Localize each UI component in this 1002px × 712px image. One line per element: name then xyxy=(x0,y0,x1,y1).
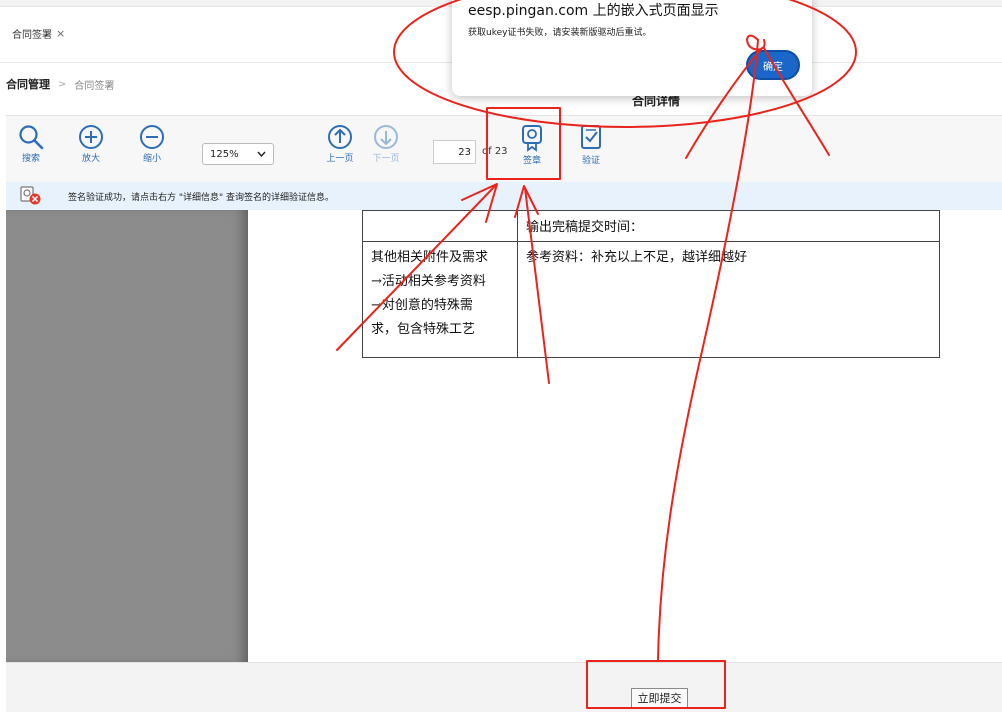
dialog-title: eesp.pingan.com 上的嵌入式页面显示 xyxy=(468,3,719,19)
next-page-button[interactable]: 下一页 xyxy=(365,124,407,164)
table-cell xyxy=(362,210,518,242)
verify-label: 验证 xyxy=(581,156,600,166)
action-bar xyxy=(6,662,1002,712)
breadcrumb-current: 合同签署 xyxy=(74,80,115,92)
zoom-in-icon xyxy=(79,125,103,149)
zoom-in-label: 放大 xyxy=(81,154,100,164)
cell-text: 其他相关附件及需求 xyxy=(371,250,489,265)
seal-icon xyxy=(522,125,542,152)
dialog-ok-button[interactable]: 确定 xyxy=(746,50,800,80)
sign-label: 签章 xyxy=(522,156,541,166)
breadcrumb: 合同管理 > 合同签署 xyxy=(6,76,114,92)
breadcrumb-separator: > xyxy=(58,78,67,90)
table-row: 输出完稿提交时间： xyxy=(362,210,940,242)
submit-button[interactable]: 立即提交 xyxy=(631,688,688,708)
zoom-in-button[interactable]: 放大 xyxy=(70,124,112,164)
page-number-input[interactable] xyxy=(433,140,476,164)
breadcrumb-root[interactable]: 合同管理 xyxy=(6,76,50,92)
notice-text: 签名验证成功，请点击右方 "详细信息" 查询签名的详细验证信息。 xyxy=(68,192,335,203)
document-table: 输出完稿提交时间： 其他相关附件及需求 →活动相关参考资料 →对创意的特殊需 求… xyxy=(362,210,940,358)
prev-page-button[interactable]: 上一页 xyxy=(319,124,361,164)
chevron-down-icon xyxy=(257,151,266,157)
search-label: 搜索 xyxy=(21,154,40,164)
table-cell: 输出完稿提交时间： xyxy=(517,210,940,242)
zoom-value: 125% xyxy=(210,148,239,160)
search-icon xyxy=(19,125,44,150)
cell-text: 输出完稿提交时间： xyxy=(526,220,644,235)
arrow-up-icon xyxy=(328,125,352,149)
arrow-down-icon xyxy=(374,125,398,149)
verify-button[interactable]: 验证 xyxy=(570,124,612,166)
signature-notice: 签名验证成功，请点击右方 "详细信息" 查询签名的详细验证信息。 xyxy=(6,182,1002,211)
cell-text: →活动相关参考资料 xyxy=(371,274,486,289)
signature-error-icon xyxy=(20,186,41,205)
browser-alert-dialog: eesp.pingan.com 上的嵌入式页面显示 获取ukey证书失败，请安装… xyxy=(452,0,812,96)
cell-text: 参考资料：补充以上不足，越详细越好 xyxy=(526,250,748,265)
zoom-out-icon xyxy=(140,125,164,149)
search-button[interactable]: 搜索 xyxy=(10,124,52,164)
page-count: of 23 xyxy=(482,146,508,157)
close-icon[interactable]: × xyxy=(56,27,65,40)
pdf-toolbar: 搜索 放大 缩小 125% 上一页 下一页 23 of 23 签章 验证 xyxy=(6,115,1002,183)
verify-icon xyxy=(581,125,601,149)
table-cell: 参考资料：补充以上不足，越详细越好 xyxy=(517,241,940,358)
next-page-label: 下一页 xyxy=(372,154,400,164)
thumbnail-sidebar xyxy=(6,210,248,662)
sign-button[interactable]: 签章 xyxy=(511,124,553,166)
cell-text: 求，包含特殊工艺 xyxy=(371,322,476,337)
tab-contract-sign[interactable]: 合同签署 × xyxy=(12,26,65,41)
table-row: 其他相关附件及需求 →活动相关参考资料 →对创意的特殊需 求，包含特殊工艺 参考… xyxy=(362,241,940,358)
tab-label: 合同签署 xyxy=(12,30,52,41)
zoom-out-button[interactable]: 缩小 xyxy=(131,124,173,164)
prev-page-label: 上一页 xyxy=(326,154,354,164)
dialog-message: 获取ukey证书失败，请安装新版驱动后重试。 xyxy=(468,28,652,38)
cell-text: →对创意的特殊需 xyxy=(371,298,473,313)
zoom-select[interactable]: 125% xyxy=(202,143,274,165)
table-cell: 其他相关附件及需求 →活动相关参考资料 →对创意的特殊需 求，包含特殊工艺 xyxy=(362,241,518,358)
zoom-out-label: 缩小 xyxy=(142,154,161,164)
